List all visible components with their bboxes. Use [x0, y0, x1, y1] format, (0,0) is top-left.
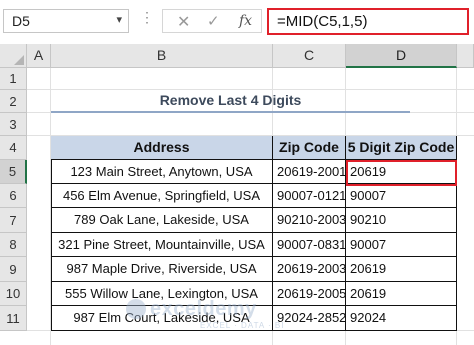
formula-buttons: ✕ ✓ fx: [162, 9, 262, 33]
watermark-brand: exceldemy: [150, 298, 257, 320]
row-header-4[interactable]: 4: [0, 136, 27, 160]
row-header-7[interactable]: 7: [0, 208, 27, 233]
table-header-address[interactable]: Address: [51, 136, 273, 160]
enter-icon[interactable]: ✓: [207, 12, 220, 30]
table-cell-zip[interactable]: 90210-2003: [273, 208, 346, 233]
table-cell-five[interactable]: 90007: [346, 233, 457, 257]
row-header-2[interactable]: 2: [0, 90, 27, 113]
logo-icon: [126, 299, 146, 319]
row-header-1[interactable]: 1: [0, 68, 27, 90]
table-cell-zip[interactable]: 90007-0831: [273, 233, 346, 257]
table-cell-five[interactable]: 92024: [346, 306, 457, 331]
row-header-9[interactable]: 9: [0, 257, 27, 282]
chevron-down-icon[interactable]: ▾: [116, 13, 122, 26]
table-cell-zip[interactable]: 90007-0121: [273, 184, 346, 208]
title-underline: [51, 111, 410, 113]
formula-bar: D5 ▾ ⋮ ✕ ✓ fx =MID(C5,1,5): [0, 0, 474, 45]
table-header-zip[interactable]: Zip Code: [273, 136, 346, 160]
table-cell-zip[interactable]: 20619-2003: [273, 257, 346, 282]
row-header-10[interactable]: 10: [0, 282, 27, 306]
column-header-a[interactable]: A: [27, 44, 51, 68]
row-header-3[interactable]: 3: [0, 113, 27, 136]
formula-text: =MID(C5,1,5): [277, 13, 368, 30]
table-cell-five[interactable]: 90007: [346, 184, 457, 208]
column-header-c[interactable]: C: [273, 44, 346, 68]
table-cell-five[interactable]: 20619: [346, 282, 457, 306]
name-box-value: D5: [12, 13, 30, 29]
column-header-d[interactable]: D: [346, 44, 457, 68]
table-cell-address[interactable]: 123 Main Street, Anytown, USA: [51, 160, 273, 184]
table-cell-address[interactable]: 456 Elm Avenue, Springfield, USA: [51, 184, 273, 208]
name-box[interactable]: D5 ▾: [3, 9, 129, 33]
cancel-icon[interactable]: ✕: [177, 12, 190, 32]
more-options-icon[interactable]: ⋮: [140, 9, 155, 26]
row-header-5[interactable]: 5: [0, 160, 27, 184]
table-cell-address[interactable]: 789 Oak Lane, Lakeside, USA: [51, 208, 273, 233]
table-cell-address[interactable]: 987 Maple Drive, Riverside, USA: [51, 257, 273, 282]
table-cell-five[interactable]: 90210: [346, 208, 457, 233]
column-header-e[interactable]: [457, 44, 474, 68]
row-header-11[interactable]: 11: [0, 306, 27, 331]
sheet-title: Remove Last 4 Digits: [159, 92, 302, 108]
watermark-tagline: EXCEL · DATA · BI: [200, 321, 285, 330]
table-cell-address[interactable]: 321 Pine Street, Mountainville, USA: [51, 233, 273, 257]
table-cell-zip[interactable]: 20619-2001: [273, 160, 346, 184]
insert-function-icon[interactable]: fx: [239, 13, 252, 29]
active-cell-d5[interactable]: [346, 160, 457, 186]
row-header-8[interactable]: 8: [0, 233, 27, 257]
table-header-five[interactable]: 5 Digit Zip Code: [346, 136, 457, 160]
row-header-6[interactable]: 6: [0, 184, 27, 208]
formula-input[interactable]: =MID(C5,1,5): [267, 8, 469, 35]
table-cell-zip[interactable]: 20619-2005: [273, 282, 346, 306]
table-cell-five[interactable]: 20619: [346, 257, 457, 282]
column-header-b[interactable]: B: [51, 44, 273, 68]
select-all-corner[interactable]: [0, 44, 27, 68]
